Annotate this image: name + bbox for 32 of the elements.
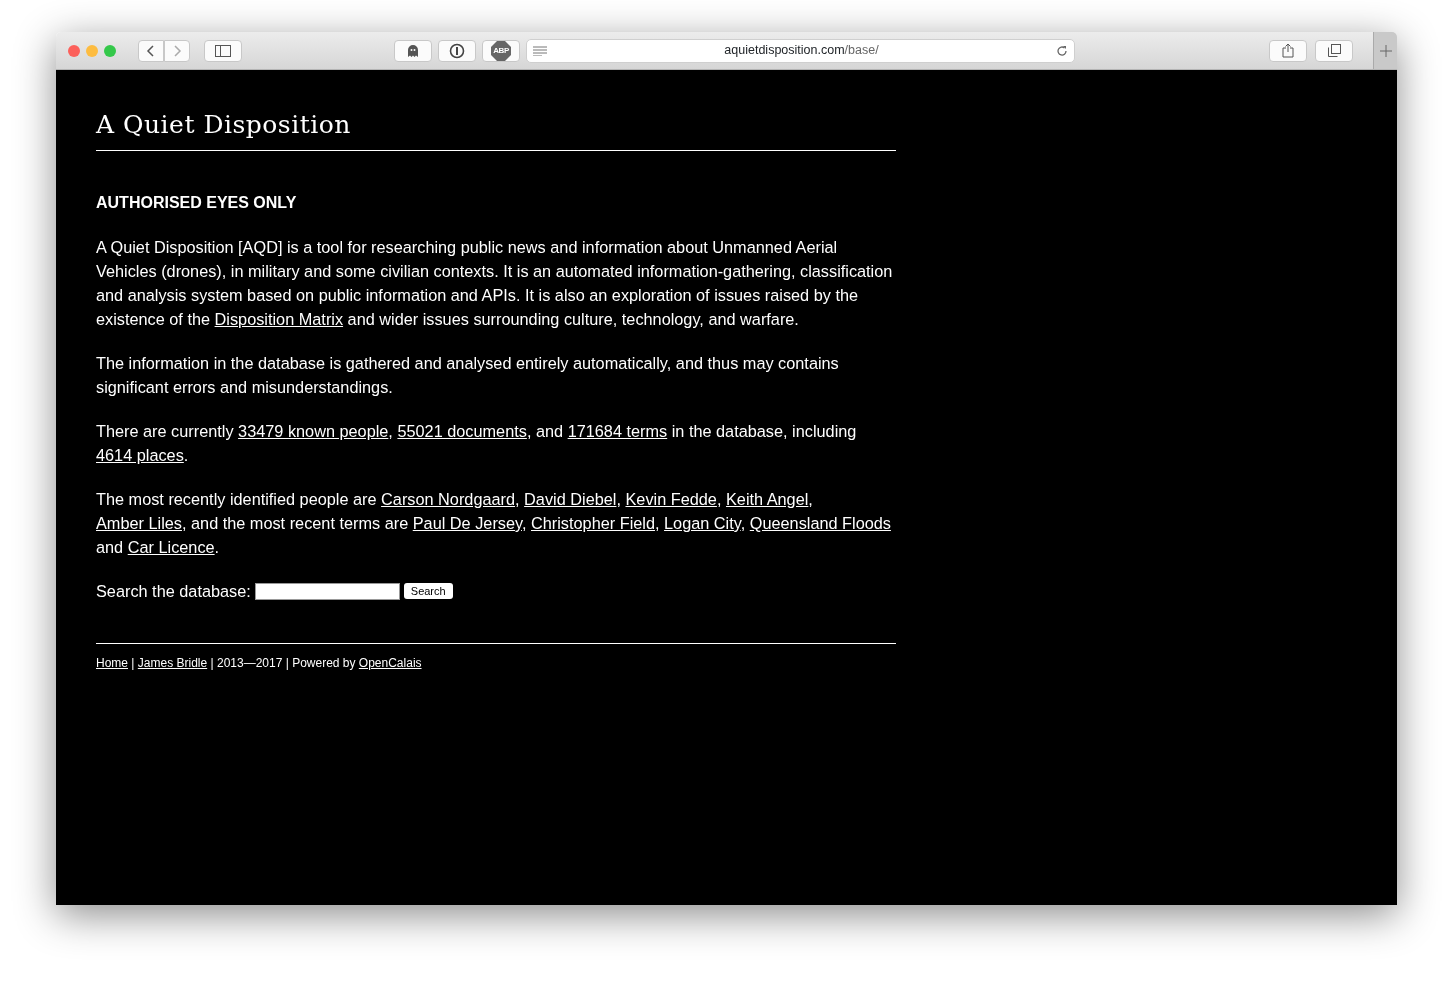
text-link[interactable]: Disposition Matrix (214, 310, 344, 328)
url-path: /base/ (844, 43, 879, 58)
text-link[interactable]: Queensland Floods (749, 514, 891, 532)
text-link[interactable]: David Diebel (524, 490, 617, 508)
text-link[interactable]: OpenCalais (358, 656, 422, 670)
text-link[interactable]: James Bridle (137, 656, 208, 670)
text-link[interactable]: Kevin Fedde (625, 490, 717, 508)
paragraph: There are currently 33479 known people, 55021 documents, and 171684 terms in the database, including 4614 places. (96, 421, 858, 466)
address-bar[interactable]: aquietdisposition.com/base/ (526, 38, 1075, 63)
text-link[interactable]: Logan City (664, 514, 741, 532)
heading: AUTHORISED EYES ONLY (96, 193, 298, 213)
search-label: Search the database: (96, 581, 251, 602)
adblock-label: ABP (493, 46, 509, 55)
text-link[interactable]: 171684 terms (567, 422, 668, 440)
text-link[interactable]: Home (96, 656, 128, 670)
site-title: A Quiet Disposition (96, 110, 896, 151)
text-link[interactable]: 33479 known people (238, 422, 389, 440)
text-link[interactable]: Carson Nordgaard (381, 490, 516, 508)
search-button[interactable]: Search (403, 583, 453, 599)
text-link[interactable]: Paul De Jersey (412, 514, 522, 532)
text-link[interactable]: Amber Liles (96, 514, 182, 532)
text-link[interactable]: Car Licence (127, 538, 215, 556)
url-host: aquietdisposition.com (724, 43, 845, 58)
paragraph: A Quiet Disposition [AQD] is a tool for researching public news and information about Unmanned Aerial Vehicles (drones), in military and some civilian contexts. It is an automated information-gathering, classification and analysis system based on public information and APIs. It is also an exploration of issues raised by the existence of the Disposition Matrix and wider issues surrounding culture, technology, and warfare. (96, 237, 894, 330)
adblock-button[interactable]: ABP (482, 39, 520, 62)
paragraph: The most recently identified people are Carson Nordgaard, David Diebel, Kevin Fedde, Keith Angel, Amber Liles, and the most recent terms are Paul De Jersey, Christopher Field, Logan City, Queensland Floods and Car Licence. (96, 489, 892, 558)
text-link[interactable]: Keith Angel (725, 490, 809, 508)
footer-text: Home | James Bridle | 2013—2017 | Powered by OpenCalais (96, 643, 896, 672)
paragraph: The information in the database is gathered and analysed entirely automatically, and thus may contains significant errors and misunderstandings. (96, 353, 840, 398)
text-link[interactable]: Christopher Field (531, 514, 655, 532)
text-link[interactable]: 4614 places (96, 446, 184, 464)
text-link[interactable]: 55021 documents (397, 422, 527, 440)
